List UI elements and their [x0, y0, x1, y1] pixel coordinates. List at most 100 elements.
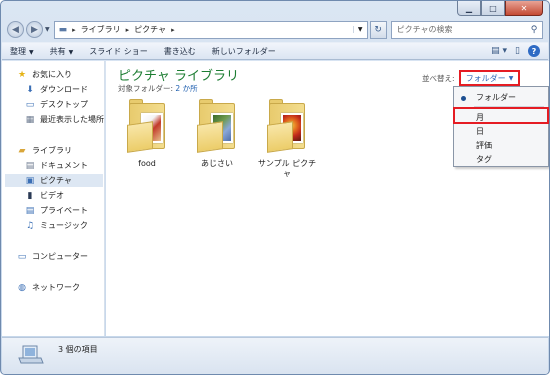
folder-icon — [197, 121, 223, 153]
menu-item-rating[interactable]: 評価 — [476, 139, 492, 151]
arrange-by-menu: フォルダー 月 日 評価 タグ — [453, 86, 549, 167]
share-button[interactable]: 共有 ▼ — [50, 46, 74, 57]
locations-link[interactable]: 2 か所 — [175, 84, 197, 93]
slideshow-button[interactable]: スライド ショー — [89, 46, 148, 57]
nav-pictures-label: ピクチャ — [40, 176, 72, 185]
search-icon[interactable]: ⚲ — [526, 25, 542, 35]
folder-item[interactable]: food — [119, 99, 175, 179]
library-folder-icon: ▬ — [58, 24, 68, 35]
library-locations: 対象フォルダー: 2 か所 — [118, 83, 198, 94]
breadcrumb-separator-icon[interactable]: ▸ — [126, 26, 130, 34]
explorer-window: ▁ □ ✕ ◀ ▶ ▼ ▬ ▸ ライブラリ ▸ ピクチャ ▸ ▼ ↻ ピクチャの… — [0, 0, 550, 375]
chevron-down-icon: ▼ — [29, 48, 34, 56]
locations-prefix: 対象フォルダー: — [118, 84, 176, 93]
library-icon: ▰ — [18, 145, 26, 156]
minimize-button[interactable]: ▁ — [457, 1, 481, 16]
nav-videos[interactable]: ▮ ビデオ — [24, 189, 64, 202]
nav-videos-label: ビデオ — [40, 191, 64, 200]
nav-music[interactable]: ♫ ミュージック — [24, 219, 88, 232]
view-options-icon[interactable]: ▤ ▾ — [491, 46, 507, 56]
library-pictures-icon — [18, 345, 44, 364]
command-bar: 整理 ▼ 共有 ▼ スライド ショー 書き込む 新しいフォルダー ▤ ▾ ▯ ? — [2, 42, 548, 60]
nav-desktop-label: デスクトップ — [40, 100, 88, 109]
forward-arrow-icon: ▶ — [31, 24, 38, 35]
chevron-down-icon: ▼ — [508, 74, 514, 82]
back-arrow-icon: ◀ — [12, 24, 19, 35]
preview-pane-icon[interactable]: ▯ — [515, 46, 520, 56]
downloads-icon: ⬇ — [26, 84, 34, 95]
menu-item-tag[interactable]: タグ — [476, 153, 492, 165]
breadcrumb-libraries[interactable]: ライブラリ — [81, 24, 121, 35]
nav-private[interactable]: ▤ プライベート — [24, 204, 88, 217]
recent-places-icon: ▦ — [25, 114, 35, 125]
documents-icon: ▤ — [25, 160, 35, 171]
nav-documents[interactable]: ▤ ドキュメント — [24, 159, 88, 172]
breadcrumb-separator-icon[interactable]: ▸ — [171, 26, 175, 34]
nav-libraries[interactable]: ▰ ライブラリ — [16, 144, 72, 157]
arrange-by-label: 並べ替え: — [422, 74, 455, 83]
star-icon: ★ — [17, 69, 27, 80]
caption-buttons: ▁ □ ✕ — [457, 1, 543, 16]
search-input[interactable]: ピクチャの検索 ⚲ — [390, 20, 543, 39]
private-library-icon: ▤ — [25, 205, 35, 216]
search-placeholder: ピクチャの検索 — [396, 25, 453, 34]
nav-private-label: プライベート — [40, 206, 88, 215]
nav-documents-label: ドキュメント — [40, 161, 88, 170]
nav-recent-label: 最近表示した場所 — [40, 115, 104, 124]
folder-label: food — [138, 159, 156, 168]
nav-favorites-label: お気に入り — [32, 70, 72, 79]
month-highlight-box — [453, 107, 549, 124]
nav-music-label: ミュージック — [40, 221, 88, 230]
maximize-icon: □ — [489, 3, 497, 13]
close-button[interactable]: ✕ — [505, 1, 543, 16]
nav-desktop[interactable]: ▭ デスクトップ — [24, 98, 88, 111]
nav-computer-label: コンピューター — [32, 252, 88, 261]
refresh-icon: ↻ — [374, 24, 382, 35]
nav-downloads[interactable]: ⬇ ダウンロード — [24, 83, 88, 96]
arrange-by-value: フォルダー — [465, 73, 506, 83]
computer-icon: ▭ — [17, 251, 27, 262]
new-folder-button[interactable]: 新しいフォルダー — [212, 46, 276, 57]
network-icon: ◍ — [18, 282, 26, 293]
recent-pages-dropdown[interactable]: ▼ — [45, 26, 50, 33]
music-icon: ♫ — [25, 220, 35, 231]
folder-label: サンプル ピクチャ — [257, 159, 317, 178]
nav-libraries-label: ライブラリ — [32, 146, 72, 155]
page-title: ピクチャ ライブラリ — [118, 69, 240, 84]
nav-downloads-label: ダウンロード — [40, 85, 88, 94]
video-icon: ▮ — [27, 190, 33, 201]
folder-label: あじさい — [201, 159, 233, 168]
breadcrumb-pictures[interactable]: ピクチャ — [134, 24, 166, 35]
close-icon: ✕ — [520, 3, 528, 13]
share-label: 共有 — [49, 46, 66, 56]
breadcrumb-separator-icon[interactable]: ▸ — [72, 26, 76, 34]
address-dropdown-icon[interactable]: ▼ — [352, 26, 367, 33]
menu-item-day[interactable]: 日 — [476, 125, 484, 137]
forward-button[interactable]: ▶ — [26, 21, 43, 38]
help-icon[interactable]: ? — [528, 45, 540, 57]
nav-favorites[interactable]: ★ お気に入り — [16, 68, 72, 81]
status-bar: 3 個の項目 — [2, 337, 548, 374]
nav-recent[interactable]: ▦ 最近表示した場所 — [24, 113, 104, 126]
pictures-icon: ▣ — [25, 175, 35, 186]
maximize-button[interactable]: □ — [481, 1, 505, 16]
burn-button[interactable]: 書き込む — [164, 46, 196, 57]
nav-computer[interactable]: ▭ コンピューター — [16, 250, 88, 263]
arrange-by-dropdown[interactable]: フォルダー ▼ — [459, 70, 520, 86]
folder-icon — [267, 121, 293, 153]
chevron-down-icon: ▼ — [68, 48, 74, 56]
desktop-icon: ▭ — [25, 99, 35, 110]
back-button[interactable]: ◀ — [7, 21, 24, 38]
organize-button[interactable]: 整理 ▼ — [10, 46, 34, 57]
menu-item-folder[interactable]: フォルダー — [476, 91, 516, 103]
address-row: ◀ ▶ ▼ ▬ ▸ ライブラリ ▸ ピクチャ ▸ ▼ ↻ ピクチャの検索 ⚲ — [7, 20, 543, 39]
refresh-button[interactable]: ↻ — [369, 20, 387, 39]
address-bar[interactable]: ▬ ▸ ライブラリ ▸ ピクチャ ▸ ▼ — [53, 20, 368, 39]
selected-radio-icon — [461, 96, 466, 101]
folder-icon — [127, 121, 153, 153]
nav-network[interactable]: ◍ ネットワーク — [16, 281, 80, 294]
folder-item[interactable]: あじさい — [189, 99, 245, 179]
minimize-icon: ▁ — [465, 3, 473, 13]
nav-pictures[interactable]: ▣ ピクチャ — [5, 174, 103, 187]
folder-item[interactable]: サンプル ピクチャ — [258, 99, 316, 179]
